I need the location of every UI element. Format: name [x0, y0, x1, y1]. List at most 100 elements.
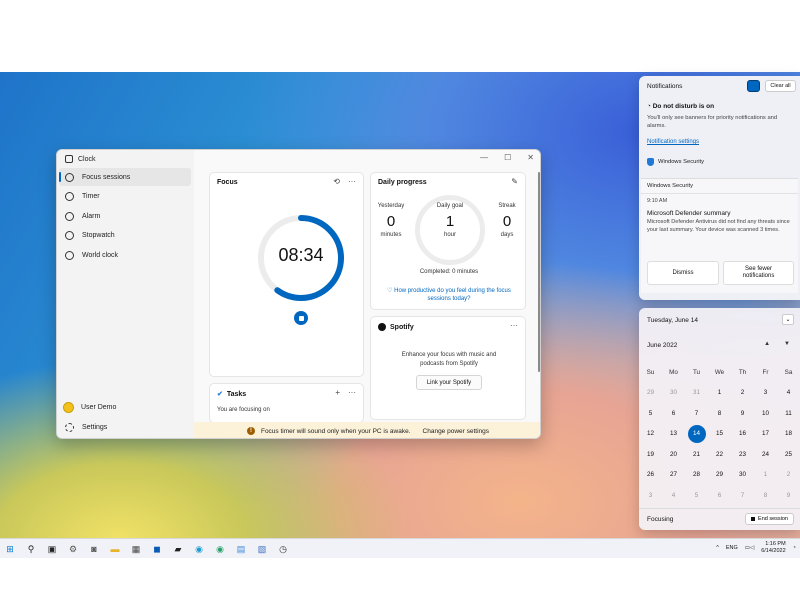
collapse-calendar-button[interactable]: ⌄ — [782, 314, 794, 325]
daily-goal-stat[interactable]: Daily goal 1 hour — [429, 203, 471, 238]
calendar-day[interactable]: 8 — [708, 403, 731, 423]
calendar-day[interactable]: 7 — [731, 485, 754, 505]
calendar-day[interactable]: 7 — [685, 403, 708, 423]
store-icon[interactable]: ◼ — [149, 541, 165, 557]
previous-month-icon[interactable]: ▲ — [764, 341, 770, 347]
see-fewer-notifications-button[interactable]: See fewer notifications — [723, 261, 794, 285]
calendar-day[interactable]: 11 — [777, 403, 800, 423]
scrollbar[interactable] — [538, 172, 540, 372]
calendar-day[interactable]: 5 — [685, 485, 708, 505]
notification-settings-link[interactable]: Notification settings — [647, 139, 699, 145]
calendar-day[interactable]: 12 — [639, 424, 662, 444]
more-options-icon[interactable]: ··· — [348, 177, 356, 186]
clear-all-button[interactable]: Clear all — [765, 80, 796, 92]
restore-icon[interactable]: ⟲ — [333, 177, 340, 186]
calendar-day[interactable]: 3 — [754, 383, 777, 403]
close-button[interactable]: ✕ — [527, 153, 534, 162]
link-spotify-button[interactable]: Link your Spotify — [416, 375, 482, 390]
calendar-day[interactable]: 17 — [754, 424, 777, 444]
calendar-day[interactable]: 21 — [685, 444, 708, 464]
sidebar-item-timer[interactable]: Timer — [59, 188, 191, 206]
calendar-day[interactable]: 27 — [662, 465, 685, 485]
do-not-disturb-toggle[interactable] — [747, 80, 760, 92]
calendar-day[interactable]: 9 — [777, 485, 800, 505]
sidebar-item-label: World clock — [82, 251, 119, 259]
calendar-day[interactable]: 8 — [754, 485, 777, 505]
calendar-day[interactable]: 4 — [777, 383, 800, 403]
add-task-icon[interactable]: + — [335, 388, 340, 397]
calendar-day[interactable]: 20 — [662, 444, 685, 464]
task-view-icon[interactable]: ▣ — [44, 541, 60, 557]
calendar-day[interactable]: 9 — [731, 403, 754, 423]
calendar-day[interactable]: 24 — [754, 444, 777, 464]
search-icon[interactable]: ⚲ — [23, 541, 39, 557]
more-options-icon[interactable]: ··· — [348, 388, 356, 397]
sidebar-item-alarm[interactable]: Alarm — [59, 207, 191, 225]
calendar-day[interactable]: 5 — [639, 403, 662, 423]
calendar-day[interactable]: 25 — [777, 444, 800, 464]
calendar-day[interactable]: 2 — [777, 465, 800, 485]
more-options-icon[interactable]: ··· — [510, 321, 518, 330]
settings-app-icon[interactable]: ⚙ — [65, 541, 81, 557]
camera-app-icon[interactable]: ◙ — [86, 541, 102, 557]
minimize-button[interactable]: — — [480, 153, 488, 162]
clock-app-icon[interactable]: ◷ — [275, 541, 291, 557]
calendar-day[interactable]: 6 — [708, 485, 731, 505]
calendar-day[interactable]: 29 — [708, 465, 731, 485]
photos-icon[interactable]: ▧ — [254, 541, 270, 557]
calendar-month[interactable]: June 2022 — [647, 342, 677, 349]
yesterday-value: 0 — [386, 213, 396, 230]
sidebar-item-label: Alarm — [82, 212, 101, 220]
defender-notification[interactable]: Windows Security 9:10 AM Microsoft Defen… — [641, 178, 798, 293]
calendar-day[interactable]: 30 — [662, 383, 685, 403]
network-volume-icon[interactable]: ▭◁ — [745, 545, 754, 551]
calendar-day[interactable]: 19 — [639, 444, 662, 464]
edge-beta-icon[interactable]: ◉ — [212, 541, 228, 557]
calendar-day[interactable]: 22 — [708, 444, 731, 464]
calendar-day[interactable]: 18 — [777, 424, 800, 444]
dismiss-button[interactable]: Dismiss — [647, 261, 719, 285]
sidebar-item-stopwatch[interactable]: Stopwatch — [59, 227, 191, 245]
file-explorer-icon[interactable]: ▬ — [107, 541, 123, 557]
edge-icon[interactable]: ◉ — [191, 541, 207, 557]
calendar-day[interactable]: 13 — [662, 424, 685, 444]
start-icon[interactable]: ⊞ — [2, 541, 18, 557]
settings-nav-item[interactable]: Settings — [65, 423, 107, 432]
stop-button[interactable] — [294, 311, 308, 325]
calendar-day[interactable]: 15 — [708, 424, 731, 444]
calendar-day[interactable]: 23 — [731, 444, 754, 464]
calendar-day-today[interactable]: 14 — [685, 424, 708, 444]
calendar-day[interactable]: 29 — [639, 383, 662, 403]
calculator-icon[interactable]: ▦ — [128, 541, 144, 557]
productivity-feedback-link[interactable]: ♡ How productive do you feel during the … — [379, 287, 519, 303]
calendar-day[interactable]: 30 — [731, 465, 754, 485]
weekday-label: Th — [738, 368, 747, 376]
change-power-settings-link[interactable]: Change power settings — [423, 428, 490, 435]
sidebar-item-world-clock[interactable]: World clock — [59, 246, 191, 264]
calendar-day[interactable]: 1 — [754, 465, 777, 485]
next-month-icon[interactable]: ▼ — [784, 341, 790, 347]
stop-icon — [298, 315, 304, 321]
user-account[interactable]: User Demo — [63, 402, 116, 413]
calendar-day[interactable]: 2 — [731, 383, 754, 403]
notification-bell-icon[interactable]: ◔ — [793, 545, 796, 551]
taskbar-clock[interactable]: 1:16 PM 6/14/2022 — [761, 541, 785, 554]
calendar-day[interactable]: 28 — [685, 465, 708, 485]
calendar-day[interactable]: 6 — [662, 403, 685, 423]
calendar-day[interactable]: 16 — [731, 424, 754, 444]
sidebar-item-focus-sessions[interactable]: Focus sessions — [59, 168, 191, 186]
calendar-day[interactable]: 4 — [662, 485, 685, 505]
calendar-day[interactable]: 31 — [685, 383, 708, 403]
calendar-day[interactable]: 10 — [754, 403, 777, 423]
sidebar-item-label: Stopwatch — [82, 232, 115, 240]
maximize-button[interactable]: ☐ — [504, 153, 511, 162]
calendar-day[interactable]: 3 — [639, 485, 662, 505]
calendar-day[interactable]: 1 — [708, 383, 731, 403]
calendar-day[interactable]: 26 — [639, 465, 662, 485]
language-indicator[interactable]: ENG — [726, 545, 738, 551]
end-session-button[interactable]: End session — [745, 513, 794, 525]
notepad-icon[interactable]: ▤ — [233, 541, 249, 557]
edit-icon[interactable]: ✎ — [511, 177, 518, 186]
terminal-icon[interactable]: ▰ — [170, 541, 186, 557]
chevron-up-icon[interactable]: ^ — [716, 545, 719, 551]
